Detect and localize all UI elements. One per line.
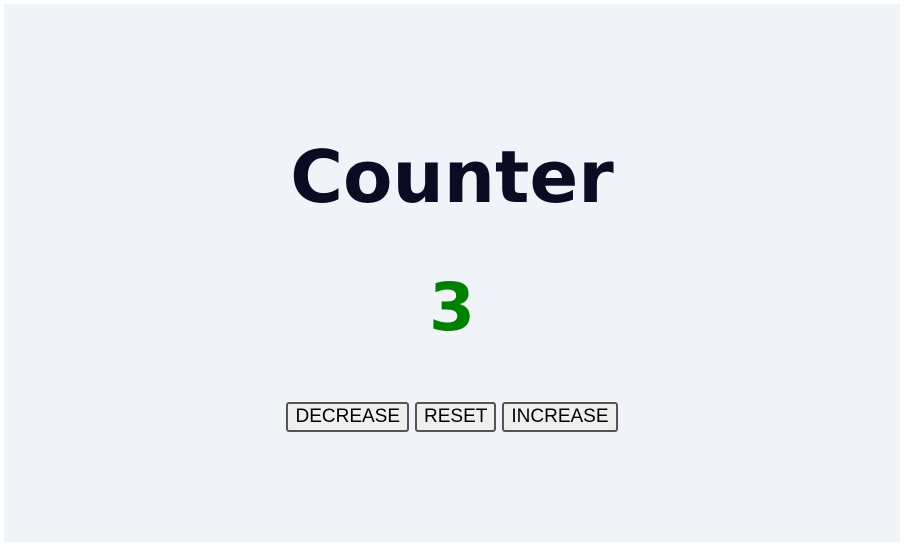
- decrease-button[interactable]: DECREASE: [286, 402, 410, 432]
- counter-app: Counter 3 DECREASE RESET INCREASE: [4, 4, 900, 542]
- page-title: Counter: [290, 135, 614, 219]
- button-group: DECREASE RESET INCREASE: [4, 402, 900, 432]
- reset-button[interactable]: RESET: [415, 402, 497, 432]
- counter-value: 3: [429, 269, 475, 346]
- increase-button[interactable]: INCREASE: [502, 402, 618, 432]
